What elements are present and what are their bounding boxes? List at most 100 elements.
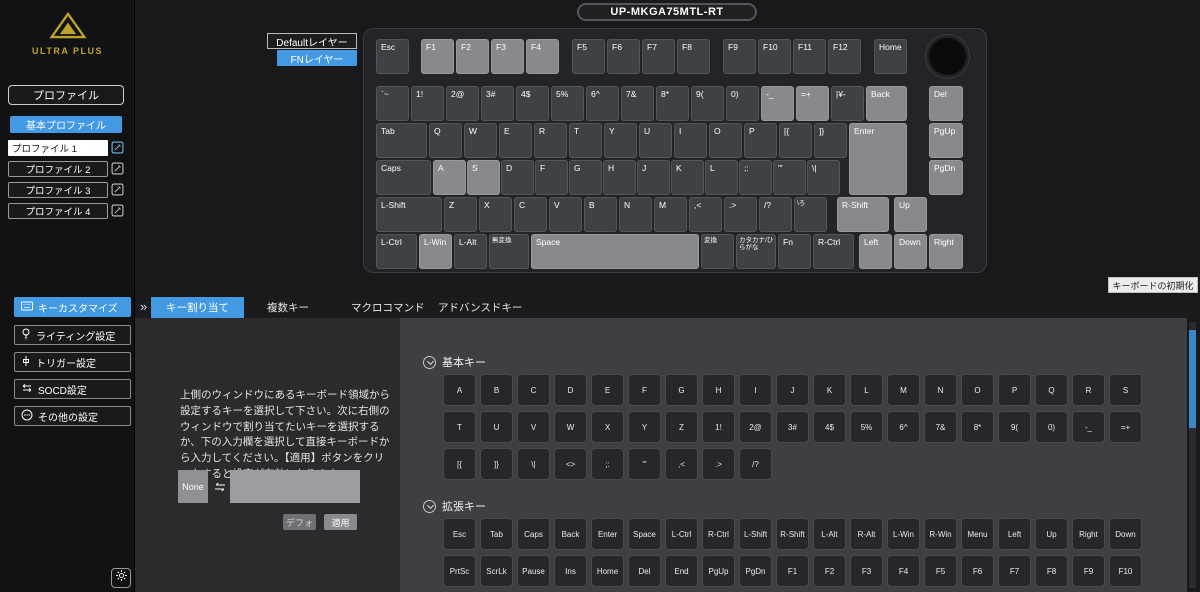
keyboard-key-L-Win[interactable]: L-Win	[419, 234, 452, 269]
palette-key-Q[interactable]: Q	[1035, 374, 1068, 406]
keyboard-key-0)[interactable]: 0)	[726, 86, 759, 121]
palette-key-M[interactable]: M	[887, 374, 920, 406]
palette-key-/?[interactable]: /?	[739, 448, 772, 480]
keyboard-key-7&[interactable]: 7&	[621, 86, 654, 121]
keyboard-key-=+[interactable]: =+	[796, 86, 829, 121]
keyboard-key-U[interactable]: U	[639, 123, 672, 158]
palette-key-F8[interactable]: F8	[1035, 555, 1068, 587]
keyboard-key-変換[interactable]: 変換	[701, 234, 734, 269]
keyboard-key-F1[interactable]: F1	[421, 39, 454, 74]
keyboard-key-1![interactable]: 1!	[411, 86, 444, 121]
palette-key-5%[interactable]: 5%	[850, 411, 883, 443]
layer-tab-fn[interactable]: FNレイヤー	[277, 50, 357, 66]
palette-key-L-Shift[interactable]: L-Shift	[739, 518, 772, 550]
section-basic-keys-header[interactable]: 基本キー	[423, 354, 486, 370]
keyboard-key-J[interactable]: J	[637, 160, 670, 195]
palette-key-\|[interactable]: \|	[517, 448, 550, 480]
palette-key-Z[interactable]: Z	[665, 411, 698, 443]
palette-key-F4[interactable]: F4	[887, 555, 920, 587]
keyboard-key-L[interactable]: L	[705, 160, 738, 195]
keyboard-key-F11[interactable]: F11	[793, 39, 826, 74]
keyboard-key-R[interactable]: R	[534, 123, 567, 158]
palette-key-F3[interactable]: F3	[850, 555, 883, 587]
palette-key-F5[interactable]: F5	[924, 555, 957, 587]
keyboard-key-Down[interactable]: Down	[894, 234, 927, 269]
keyboard-key-無変換[interactable]: 無変換	[489, 234, 529, 269]
palette-key-Tab[interactable]: Tab	[480, 518, 513, 550]
keyboard-key-Home[interactable]: Home	[874, 39, 907, 74]
keyboard-key-F8[interactable]: F8	[677, 39, 710, 74]
keyboard-key-2@[interactable]: 2@	[446, 86, 479, 121]
tab-key-assign[interactable]: キー割り当て	[151, 297, 244, 318]
palette-key-2@[interactable]: 2@	[739, 411, 772, 443]
palette-key-J[interactable]: J	[776, 374, 809, 406]
keyboard-key-F[interactable]: F	[535, 160, 568, 195]
keyboard-key-9([interactable]: 9(	[691, 86, 724, 121]
palette-key-]}[interactable]: ]}	[480, 448, 513, 480]
palette-key-Down[interactable]: Down	[1109, 518, 1142, 550]
palette-key-End[interactable]: End	[665, 555, 698, 587]
palette-key-Left[interactable]: Left	[998, 518, 1031, 550]
sidebar-item-other-settings[interactable]: その他の設定	[14, 406, 131, 426]
keyboard-key-V[interactable]: V	[549, 197, 582, 232]
keyboard-key-L-Ctrl[interactable]: L-Ctrl	[376, 234, 417, 269]
palette-key-O[interactable]: O	[961, 374, 994, 406]
palette-key-Home[interactable]: Home	[591, 555, 624, 587]
keyboard-key-M[interactable]: M	[654, 197, 687, 232]
keyboard-key-R-Ctrl[interactable]: R-Ctrl	[813, 234, 854, 269]
palette-key-S[interactable]: S	[1109, 374, 1142, 406]
profile-2-button[interactable]: プロファイル 2	[8, 161, 108, 177]
palette-key-X[interactable]: X	[591, 411, 624, 443]
palette-key-F9[interactable]: F9	[1072, 555, 1105, 587]
palette-key-P[interactable]: P	[998, 374, 1031, 406]
palette-key-;:[interactable]: ;:	[591, 448, 624, 480]
palette-key-C[interactable]: C	[517, 374, 550, 406]
palette-key-Back[interactable]: Back	[554, 518, 587, 550]
palette-key-F10[interactable]: F10	[1109, 555, 1142, 587]
layer-tab-default[interactable]: Defaultレイヤー	[267, 33, 357, 49]
keyboard-key-G[interactable]: G	[569, 160, 602, 195]
keyboard-key-W[interactable]: W	[464, 123, 497, 158]
palette-key-F7[interactable]: F7	[998, 555, 1031, 587]
keyboard-key-F2[interactable]: F2	[456, 39, 489, 74]
palette-key--_[interactable]: -_	[1072, 411, 1105, 443]
palette-key-9([interactable]: 9(	[998, 411, 1031, 443]
edit-profile-icon[interactable]	[111, 162, 124, 175]
palette-key-7&[interactable]: 7&	[924, 411, 957, 443]
palette-key-R[interactable]: R	[1072, 374, 1105, 406]
apply-button[interactable]: 適用	[324, 514, 357, 530]
palette-key-Space[interactable]: Space	[628, 518, 661, 550]
scrollbar-thumb[interactable]	[1189, 330, 1196, 428]
palette-key-R-Alt[interactable]: R-Alt	[850, 518, 883, 550]
palette-key-Pause[interactable]: Pause	[517, 555, 550, 587]
palette-key-4$[interactable]: 4$	[813, 411, 846, 443]
keyboard-key-"'[interactable]: "'	[773, 160, 806, 195]
default-button[interactable]: デフォ	[283, 514, 316, 530]
keyboard-key-A[interactable]: A	[433, 160, 466, 195]
palette-key-F1[interactable]: F1	[776, 555, 809, 587]
base-profile-button[interactable]: 基本プロファイル	[10, 116, 122, 133]
palette-key-0)[interactable]: 0)	[1035, 411, 1068, 443]
keyboard-key-I[interactable]: I	[674, 123, 707, 158]
palette-key-B[interactable]: B	[480, 374, 513, 406]
key-input-field[interactable]	[230, 470, 360, 503]
keyboard-key-C[interactable]: C	[514, 197, 547, 232]
palette-key-3#[interactable]: 3#	[776, 411, 809, 443]
palette-key-F2[interactable]: F2	[813, 555, 846, 587]
keyboard-key-P[interactable]: P	[744, 123, 777, 158]
keyboard-key-H[interactable]: H	[603, 160, 636, 195]
sidebar-item-trigger[interactable]: トリガー設定	[14, 352, 131, 372]
keyboard-key-K[interactable]: K	[671, 160, 704, 195]
keyboard-key-Enter[interactable]: Enter	[849, 123, 907, 195]
edit-profile-icon[interactable]	[111, 204, 124, 217]
keyboard-key--_[interactable]: -_	[761, 86, 794, 121]
keyboard-key-R-Shift[interactable]: R-Shift	[837, 197, 889, 232]
section-extended-keys-header[interactable]: 拡張キー	[423, 498, 486, 514]
keyboard-key-Left[interactable]: Left	[859, 234, 892, 269]
keyboard-key-Space[interactable]: Space	[531, 234, 699, 269]
palette-key-L[interactable]: L	[850, 374, 883, 406]
palette-key-K[interactable]: K	[813, 374, 846, 406]
profile-1-name-input[interactable]: プロファイル 1	[8, 140, 108, 156]
palette-key-I[interactable]: I	[739, 374, 772, 406]
settings-gear-button[interactable]	[111, 568, 131, 588]
